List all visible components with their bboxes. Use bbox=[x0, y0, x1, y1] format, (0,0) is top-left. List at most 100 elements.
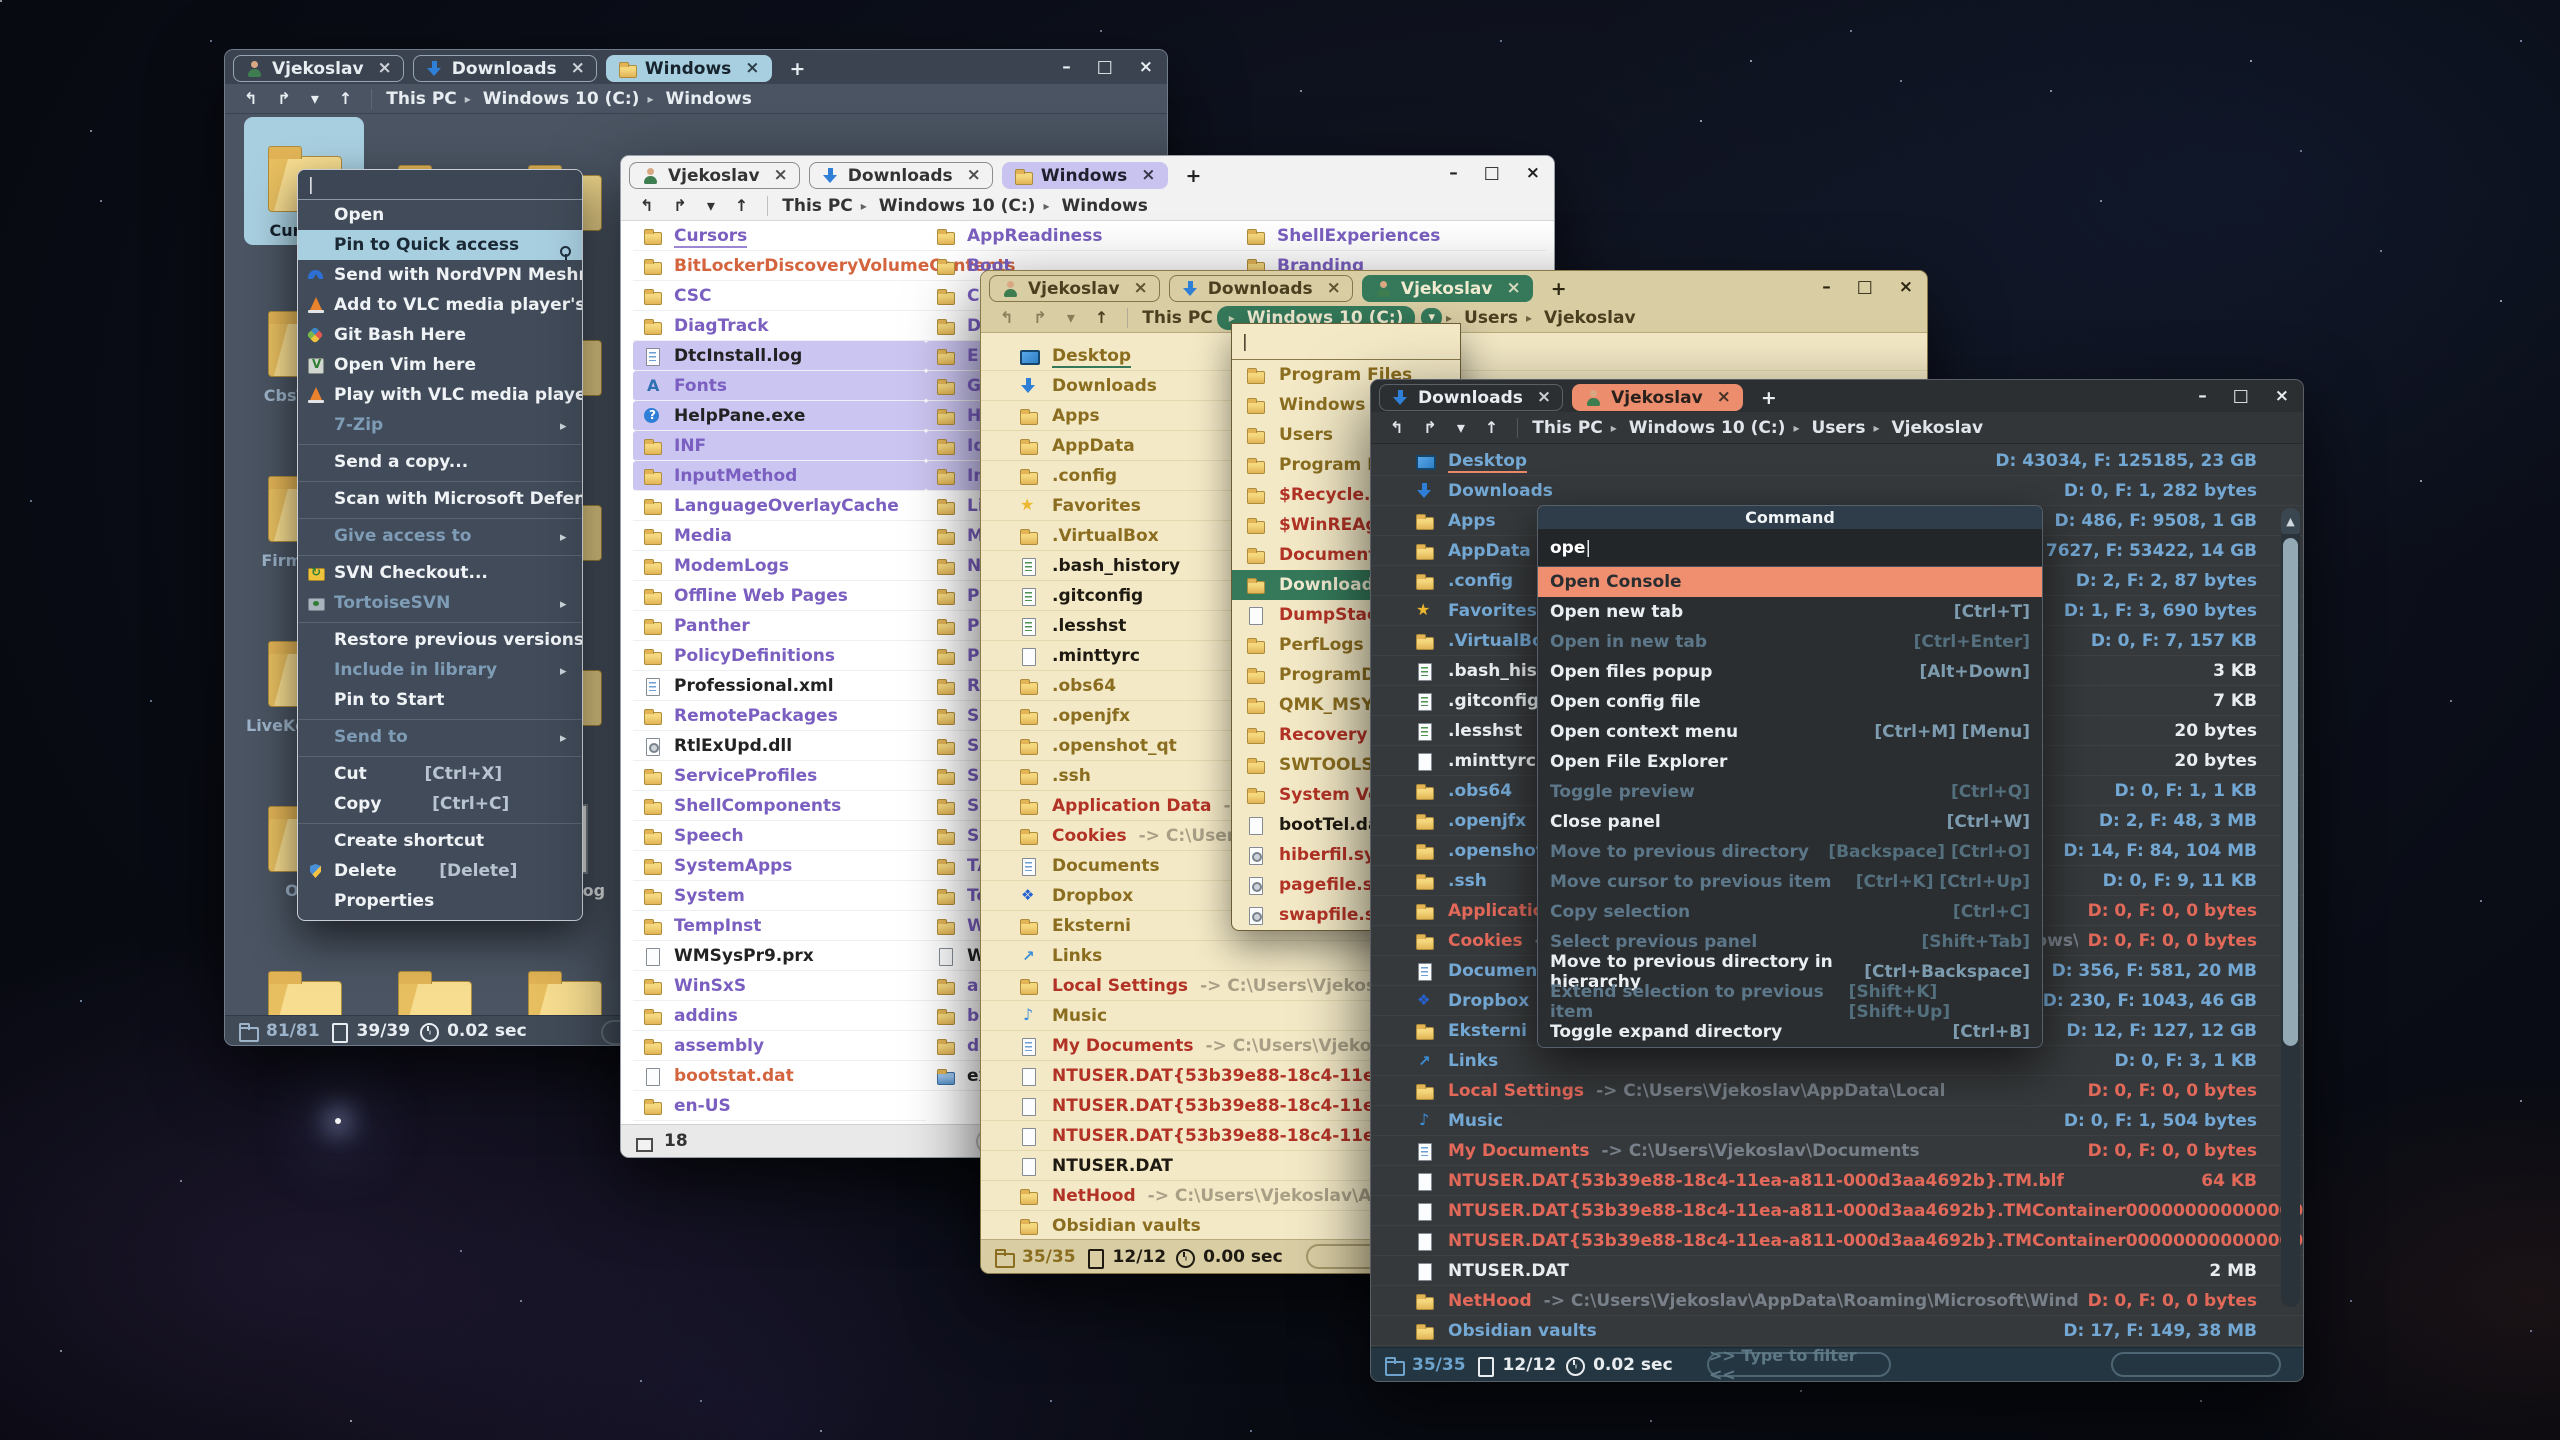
file-row[interactable]: NTUSER.DAT{53b39e88-18c4-11ea-a811-000d3… bbox=[1371, 1196, 2303, 1226]
tab-close-icon[interactable] bbox=[571, 60, 585, 77]
palette-item[interactable]: Open Console bbox=[1538, 567, 2042, 597]
file-row[interactable]: Desktop D: 43034, F: 125185, 23 GB bbox=[1371, 446, 2303, 476]
tab-close-icon[interactable] bbox=[967, 167, 981, 184]
file-row[interactable]: Speech bbox=[633, 821, 926, 851]
menu-item[interactable]: Delete [Delete] bbox=[298, 856, 582, 886]
file-row[interactable]: Obsidian vaults D: 17, F: 149, 38 MB bbox=[1371, 1316, 2303, 1346]
close-button[interactable]: × bbox=[1526, 165, 1540, 182]
folder-tile[interactable]: PolicyDefinitions bbox=[244, 942, 364, 1015]
palette-item[interactable]: Open in new tab [Ctrl+Enter] bbox=[1538, 627, 2042, 657]
file-row[interactable]: TempInst bbox=[633, 911, 926, 941]
menu-item[interactable]: SVN Checkout... bbox=[298, 558, 582, 588]
file-row[interactable]: assembly bbox=[633, 1031, 926, 1061]
menu-item[interactable]: Give access to bbox=[298, 521, 582, 551]
new-tab-button[interactable]: + bbox=[1180, 165, 1208, 187]
breadcrumb-item[interactable]: Vjekoslav bbox=[1522, 306, 1640, 330]
tab-close-icon[interactable] bbox=[774, 167, 788, 184]
menu-item[interactable] bbox=[298, 715, 582, 720]
jump-pill[interactable] bbox=[2111, 1352, 2281, 1377]
file-row[interactable]: en-US bbox=[633, 1091, 926, 1121]
breadcrumb-item[interactable]: Vjekoslav bbox=[1869, 416, 1987, 440]
file-row[interactable]: ModemLogs bbox=[633, 551, 926, 581]
forward-button[interactable]: ↱ bbox=[1024, 308, 1055, 327]
menu-item[interactable]: Copy [Ctrl+C] bbox=[298, 789, 582, 819]
history-dropdown-icon[interactable]: ▾ bbox=[1448, 418, 1474, 437]
menu-filter-input[interactable]: | bbox=[298, 170, 582, 200]
file-row[interactable]: Cursors bbox=[633, 221, 926, 251]
file-row[interactable]: ShellExperiences bbox=[1236, 221, 1546, 251]
history-dropdown-icon[interactable]: ▾ bbox=[698, 196, 724, 215]
file-row[interactable]: AppReadiness bbox=[926, 221, 1236, 251]
menu-item[interactable]: Open bbox=[298, 200, 582, 230]
maximize-button[interactable]: □ bbox=[1857, 279, 1873, 296]
menu-item[interactable]: Pin to Start bbox=[298, 685, 582, 715]
file-row[interactable]: ShellComponents bbox=[633, 791, 926, 821]
menu-item[interactable] bbox=[298, 477, 582, 482]
file-row[interactable]: LanguageOverlayCache bbox=[633, 491, 926, 521]
up-button[interactable]: ↑ bbox=[726, 196, 757, 215]
palette-item[interactable]: Open context menu [Ctrl+M] [Menu] bbox=[1538, 717, 2042, 747]
up-button[interactable]: ↑ bbox=[1476, 418, 1507, 437]
breadcrumb-item[interactable]: Users bbox=[1789, 416, 1869, 440]
palette-item[interactable]: Close panel [Ctrl+W] bbox=[1538, 807, 2042, 837]
file-row[interactable]: NTUSER.DAT 2 MB bbox=[1371, 1256, 2303, 1286]
file-row[interactable]: WMSysPr9.prx bbox=[633, 941, 926, 971]
menu-item[interactable] bbox=[298, 752, 582, 757]
menu-item[interactable] bbox=[298, 514, 582, 519]
file-row[interactable]: PolicyDefinitions bbox=[633, 641, 926, 671]
back-button[interactable]: ↰ bbox=[1381, 418, 1412, 437]
file-row[interactable]: RemotePackages bbox=[633, 701, 926, 731]
new-tab-button[interactable]: + bbox=[1545, 278, 1573, 300]
minimize-button[interactable]: – bbox=[1822, 279, 1831, 296]
minimize-button[interactable]: – bbox=[1062, 59, 1071, 76]
breadcrumb-item[interactable]: This PC bbox=[778, 194, 857, 218]
tab[interactable]: Vjekoslav bbox=[1572, 384, 1743, 411]
file-row[interactable]: SystemApps bbox=[633, 851, 926, 881]
file-row[interactable]: addins bbox=[633, 1001, 926, 1031]
tab[interactable]: Vjekoslav bbox=[1362, 275, 1533, 302]
scrollbar-thumb[interactable] bbox=[2283, 538, 2298, 1046]
palette-item[interactable]: Move cursor to previous item [Ctrl+K] [C… bbox=[1538, 867, 2042, 897]
breadcrumb-item[interactable]: Windows 10 (C:) bbox=[857, 194, 1040, 218]
file-row[interactable]: Local Settings -> C:\Users\Vjekoslav\App… bbox=[1371, 1076, 2303, 1106]
filter-pill[interactable]: >> Type to filter << bbox=[1707, 1352, 1891, 1377]
file-row[interactable]: System bbox=[633, 881, 926, 911]
maximize-button[interactable]: □ bbox=[2233, 388, 2249, 405]
folder-tile[interactable]: Prefetch bbox=[374, 942, 494, 1015]
close-button[interactable]: × bbox=[1139, 59, 1153, 76]
tab-close-icon[interactable] bbox=[1327, 280, 1341, 297]
back-button[interactable]: ↰ bbox=[631, 196, 662, 215]
history-dropdown-icon[interactable]: ▾ bbox=[302, 89, 328, 108]
menu-item[interactable]: Create shortcut bbox=[298, 826, 582, 856]
breadcrumb-item[interactable]: This PC bbox=[382, 87, 461, 111]
back-button[interactable]: ↰ bbox=[991, 308, 1022, 327]
file-row[interactable]: RtlExUpd.dll bbox=[633, 731, 926, 761]
tab[interactable]: Vjekoslav bbox=[989, 275, 1160, 302]
forward-button[interactable]: ↱ bbox=[1414, 418, 1445, 437]
up-button[interactable]: ↑ bbox=[1086, 308, 1117, 327]
tab-close-icon[interactable] bbox=[1506, 280, 1520, 297]
file-row[interactable]: BitLockerDiscoveryVolumeContents bbox=[633, 251, 926, 281]
file-row[interactable]: ServiceProfiles bbox=[633, 761, 926, 791]
tab[interactable]: Downloads bbox=[809, 162, 993, 189]
menu-item[interactable]: Play with VLC media player bbox=[298, 380, 582, 410]
menu-item[interactable]: Include in library bbox=[298, 655, 582, 685]
file-row[interactable]: Downloads D: 0, F: 1, 282 bytes bbox=[1371, 476, 2303, 506]
palette-item[interactable]: Open File Explorer bbox=[1538, 747, 2042, 777]
file-row[interactable]: Offline Web Pages bbox=[633, 581, 926, 611]
folder-tile[interactable]: PrintDialog bbox=[504, 942, 624, 1015]
tab-close-icon[interactable] bbox=[378, 60, 392, 77]
menu-item[interactable]: Git Bash Here bbox=[298, 320, 582, 350]
forward-button[interactable]: ↱ bbox=[268, 89, 299, 108]
menu-item[interactable]: Restore previous versions bbox=[298, 625, 582, 655]
breadcrumb-item[interactable]: Windows 10 (C:) bbox=[461, 87, 644, 111]
breadcrumb-item[interactable]: Windows 10 (C:) bbox=[1607, 416, 1790, 440]
menu-item[interactable]: Properties bbox=[298, 886, 582, 916]
maximize-button[interactable]: □ bbox=[1484, 165, 1500, 182]
menu-item[interactable] bbox=[298, 819, 582, 824]
breadcrumb-item[interactable]: This PC bbox=[1528, 416, 1607, 440]
close-button[interactable]: × bbox=[2275, 388, 2289, 405]
scrollbar[interactable]: ▲ bbox=[2281, 508, 2300, 1307]
file-row[interactable]: INF bbox=[633, 431, 926, 461]
menu-item[interactable]: Pin to Quick access bbox=[298, 230, 582, 260]
